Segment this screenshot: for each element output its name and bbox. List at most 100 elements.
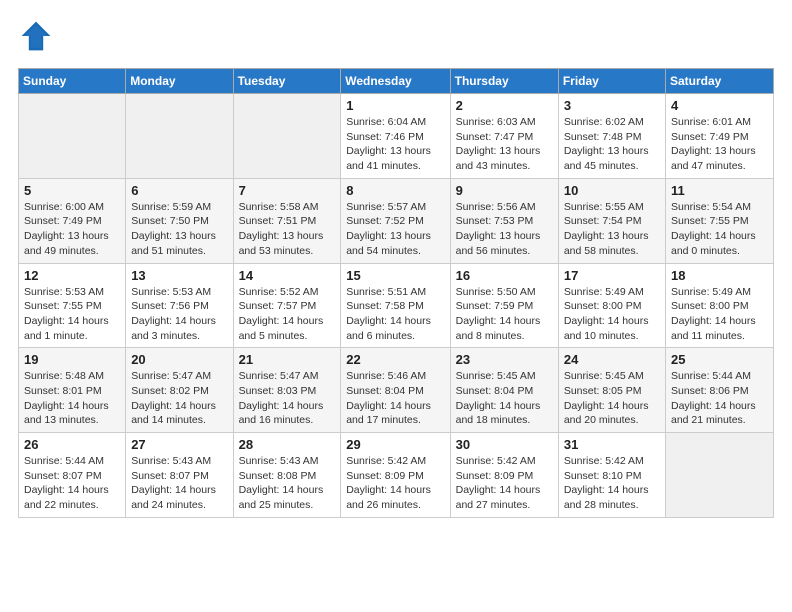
day-info: Sunrise: 5:51 AMSunset: 7:58 PMDaylight:…: [346, 285, 444, 344]
day-number: 16: [456, 268, 553, 283]
day-info: Sunrise: 5:49 AMSunset: 8:00 PMDaylight:…: [671, 285, 768, 344]
day-number: 26: [24, 437, 120, 452]
day-number: 18: [671, 268, 768, 283]
calendar-cell: 9Sunrise: 5:56 AMSunset: 7:53 PMDaylight…: [450, 178, 558, 263]
calendar-week-row: 5 Sunrise: 6:00 AMSunset: 7:49 PMDaylight…: [19, 178, 774, 263]
day-number: 7: [239, 183, 336, 198]
day-number: 21: [239, 352, 336, 367]
day-info: Sunrise: 5:47 AMSunset: 8:02 PMDaylight:…: [131, 369, 227, 428]
day-number: 4: [671, 98, 768, 113]
calendar-cell: 12 Sunrise: 5:53 AMSunset: 7:55 PMDayligh…: [19, 263, 126, 348]
calendar-cell: 18 Sunrise: 5:49 AMSunset: 8:00 PMDayligh…: [666, 263, 774, 348]
day-number: 13: [131, 268, 227, 283]
day-number: 20: [131, 352, 227, 367]
day-info: Sunrise: 5:49 AMSunset: 8:00 PMDaylight:…: [564, 285, 660, 344]
day-number: 6: [131, 183, 227, 198]
calendar-cell: 20 Sunrise: 5:47 AMSunset: 8:02 PMDayligh…: [126, 348, 233, 433]
day-info: Sunrise: 5:44 AMSunset: 8:07 PMDaylight:…: [24, 454, 120, 513]
logo-icon: [18, 18, 54, 54]
calendar-table: SundayMondayTuesdayWednesdayThursdayFrid…: [18, 68, 774, 518]
day-info: Sunrise: 5:42 AMSunset: 8:10 PMDaylight:…: [564, 454, 660, 513]
calendar-cell: 21Sunrise: 5:47 AMSunset: 8:03 PMDayligh…: [233, 348, 341, 433]
calendar-cell: 16 Sunrise: 5:50 AMSunset: 7:59 PMDayligh…: [450, 263, 558, 348]
day-number: 30: [456, 437, 553, 452]
calendar-cell: [19, 94, 126, 179]
day-info: Sunrise: 6:02 AMSunset: 7:48 PMDaylight:…: [564, 115, 660, 174]
header: [18, 18, 774, 54]
day-header-wednesday: Wednesday: [341, 69, 450, 94]
day-number: 12: [24, 268, 120, 283]
calendar-cell: 11 Sunrise: 5:54 AMSunset: 7:55 PMDayligh…: [666, 178, 774, 263]
calendar-cell: 3Sunrise: 6:02 AMSunset: 7:48 PMDaylight…: [558, 94, 665, 179]
day-info: Sunrise: 6:01 AMSunset: 7:49 PMDaylight:…: [671, 115, 768, 174]
day-info: Sunrise: 5:45 AMSunset: 8:05 PMDaylight:…: [564, 369, 660, 428]
calendar-cell: 19Sunrise: 5:48 AMSunset: 8:01 PMDayligh…: [19, 348, 126, 433]
day-info: Sunrise: 5:53 AMSunset: 7:56 PMDaylight:…: [131, 285, 227, 344]
day-number: 23: [456, 352, 553, 367]
day-number: 1: [346, 98, 444, 113]
day-number: 8: [346, 183, 444, 198]
day-number: 25: [671, 352, 768, 367]
calendar-cell: 8 Sunrise: 5:57 AMSunset: 7:52 PMDaylight…: [341, 178, 450, 263]
day-number: 11: [671, 183, 768, 198]
day-info: Sunrise: 5:43 AMSunset: 8:07 PMDaylight:…: [131, 454, 227, 513]
calendar-cell: 7 Sunrise: 5:58 AMSunset: 7:51 PMDaylight…: [233, 178, 341, 263]
day-info: Sunrise: 6:04 AMSunset: 7:46 PMDaylight:…: [346, 115, 444, 174]
calendar-cell: 25 Sunrise: 5:44 AMSunset: 8:06 PMDayligh…: [666, 348, 774, 433]
day-info: Sunrise: 5:58 AMSunset: 7:51 PMDaylight:…: [239, 200, 336, 259]
day-number: 9: [456, 183, 553, 198]
calendar-week-row: 12 Sunrise: 5:53 AMSunset: 7:55 PMDayligh…: [19, 263, 774, 348]
day-number: 19: [24, 352, 120, 367]
day-info: Sunrise: 5:57 AMSunset: 7:52 PMDaylight:…: [346, 200, 444, 259]
calendar-cell: 13 Sunrise: 5:53 AMSunset: 7:56 PMDayligh…: [126, 263, 233, 348]
day-number: 24: [564, 352, 660, 367]
logo: [18, 18, 58, 54]
day-info: Sunrise: 5:43 AMSunset: 8:08 PMDaylight:…: [239, 454, 336, 513]
day-number: 2: [456, 98, 553, 113]
day-number: 17: [564, 268, 660, 283]
day-info: Sunrise: 5:46 AMSunset: 8:04 PMDaylight:…: [346, 369, 444, 428]
calendar-cell: 14Sunrise: 5:52 AMSunset: 7:57 PMDayligh…: [233, 263, 341, 348]
calendar-cell: 5 Sunrise: 6:00 AMSunset: 7:49 PMDaylight…: [19, 178, 126, 263]
calendar-cell: 27 Sunrise: 5:43 AMSunset: 8:07 PMDayligh…: [126, 433, 233, 518]
calendar-cell: 22 Sunrise: 5:46 AMSunset: 8:04 PMDayligh…: [341, 348, 450, 433]
calendar-week-row: 26 Sunrise: 5:44 AMSunset: 8:07 PMDayligh…: [19, 433, 774, 518]
day-info: Sunrise: 5:45 AMSunset: 8:04 PMDaylight:…: [456, 369, 553, 428]
calendar-week-row: 1 Sunrise: 6:04 AMSunset: 7:46 PMDaylight…: [19, 94, 774, 179]
page: SundayMondayTuesdayWednesdayThursdayFrid…: [0, 0, 792, 528]
day-header-saturday: Saturday: [666, 69, 774, 94]
calendar-cell: 30 Sunrise: 5:42 AMSunset: 8:09 PMDayligh…: [450, 433, 558, 518]
day-number: 22: [346, 352, 444, 367]
calendar-cell: 26 Sunrise: 5:44 AMSunset: 8:07 PMDayligh…: [19, 433, 126, 518]
day-info: Sunrise: 5:59 AMSunset: 7:50 PMDaylight:…: [131, 200, 227, 259]
calendar-cell: 31Sunrise: 5:42 AMSunset: 8:10 PMDayligh…: [558, 433, 665, 518]
day-header-monday: Monday: [126, 69, 233, 94]
day-info: Sunrise: 5:55 AMSunset: 7:54 PMDaylight:…: [564, 200, 660, 259]
calendar-cell: 6 Sunrise: 5:59 AMSunset: 7:50 PMDaylight…: [126, 178, 233, 263]
calendar-cell: 17 Sunrise: 5:49 AMSunset: 8:00 PMDayligh…: [558, 263, 665, 348]
day-number: 29: [346, 437, 444, 452]
day-info: Sunrise: 5:42 AMSunset: 8:09 PMDaylight:…: [346, 454, 444, 513]
day-number: 15: [346, 268, 444, 283]
calendar-cell: 23 Sunrise: 5:45 AMSunset: 8:04 PMDayligh…: [450, 348, 558, 433]
day-info: Sunrise: 5:44 AMSunset: 8:06 PMDaylight:…: [671, 369, 768, 428]
day-number: 5: [24, 183, 120, 198]
calendar-cell: 29 Sunrise: 5:42 AMSunset: 8:09 PMDayligh…: [341, 433, 450, 518]
day-info: Sunrise: 5:50 AMSunset: 7:59 PMDaylight:…: [456, 285, 553, 344]
calendar-cell: 15 Sunrise: 5:51 AMSunset: 7:58 PMDayligh…: [341, 263, 450, 348]
calendar-cell: 24 Sunrise: 5:45 AMSunset: 8:05 PMDayligh…: [558, 348, 665, 433]
calendar-cell: 1 Sunrise: 6:04 AMSunset: 7:46 PMDaylight…: [341, 94, 450, 179]
day-number: 10: [564, 183, 660, 198]
day-info: Sunrise: 5:54 AMSunset: 7:55 PMDaylight:…: [671, 200, 768, 259]
day-number: 27: [131, 437, 227, 452]
day-info: Sunrise: 5:42 AMSunset: 8:09 PMDaylight:…: [456, 454, 553, 513]
day-header-tuesday: Tuesday: [233, 69, 341, 94]
calendar-cell: 2Sunrise: 6:03 AMSunset: 7:47 PMDaylight…: [450, 94, 558, 179]
calendar-header-row: SundayMondayTuesdayWednesdayThursdayFrid…: [19, 69, 774, 94]
day-info: Sunrise: 5:53 AMSunset: 7:55 PMDaylight:…: [24, 285, 120, 344]
day-header-friday: Friday: [558, 69, 665, 94]
calendar-cell: 28Sunrise: 5:43 AMSunset: 8:08 PMDayligh…: [233, 433, 341, 518]
day-header-sunday: Sunday: [19, 69, 126, 94]
calendar-cell: [666, 433, 774, 518]
day-info: Sunrise: 6:00 AMSunset: 7:49 PMDaylight:…: [24, 200, 120, 259]
